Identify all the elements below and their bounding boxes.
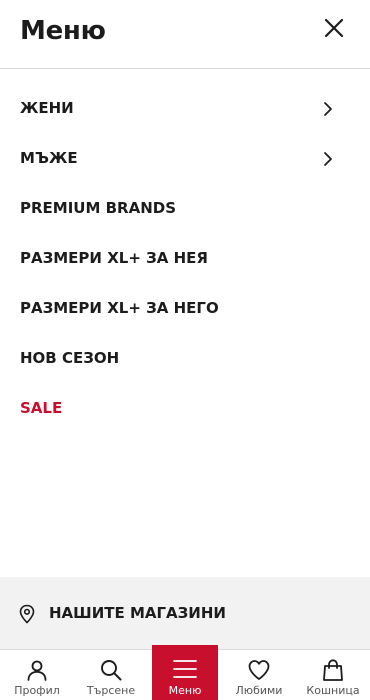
page-title: Меню: [20, 16, 106, 46]
menu-item-men[interactable]: МЪЖЕ: [0, 135, 370, 185]
menu-item-women[interactable]: ЖЕНИ: [0, 85, 370, 135]
location-pin-icon: [19, 604, 35, 624]
bottom-tab-bar: Профил Търсене Меню Любими Кошница: [0, 645, 370, 700]
tab-favorites[interactable]: Любими: [222, 650, 296, 700]
our-stores-link[interactable]: НАШИТЕ МАГАЗИНИ: [0, 577, 370, 649]
main-menu-list: ЖЕНИ МЪЖЕ PREMIUM BRANDS РАЗМЕРИ XL+ ЗА …: [0, 85, 370, 435]
menu-item-sale[interactable]: SALE: [0, 385, 370, 435]
menu-item-premium-brands[interactable]: PREMIUM BRANDS: [0, 185, 370, 235]
chevron-right-icon: [324, 102, 332, 116]
menu-item-label: МЪЖЕ: [20, 149, 78, 167]
tab-cart[interactable]: Кошница: [296, 650, 370, 700]
menu-header: Меню: [0, 0, 370, 69]
menu-item-xl-for-her[interactable]: РАЗМЕРИ XL+ ЗА НЕЯ: [0, 235, 370, 285]
user-icon: [27, 660, 47, 681]
tab-label: Профил: [14, 684, 60, 697]
tab-label: Меню: [168, 684, 202, 697]
chevron-right-icon: [324, 152, 332, 166]
tab-profile[interactable]: Профил: [0, 650, 74, 700]
hamburger-menu-icon: [173, 660, 197, 678]
menu-item-label: РАЗМЕРИ XL+ ЗА НЕГО: [20, 299, 219, 317]
tab-menu[interactable]: Меню: [152, 645, 218, 700]
shopping-bag-icon: [323, 659, 343, 681]
menu-item-label: ЖЕНИ: [20, 99, 74, 117]
tab-label: Любими: [235, 684, 283, 697]
menu-item-label: РАЗМЕРИ XL+ ЗА НЕЯ: [20, 249, 208, 267]
menu-item-label: PREMIUM BRANDS: [20, 199, 177, 217]
tab-label: Кошница: [306, 684, 360, 697]
menu-item-new-season[interactable]: НОВ СЕЗОН: [0, 335, 370, 385]
heart-icon: [248, 660, 270, 680]
tab-search[interactable]: Търсене: [74, 650, 148, 700]
menu-item-label: НОВ СЕЗОН: [20, 349, 120, 367]
close-button[interactable]: [320, 14, 348, 42]
search-icon: [101, 660, 122, 681]
close-icon: [324, 18, 344, 38]
menu-item-label: SALE: [20, 399, 63, 417]
tab-label: Търсене: [86, 684, 136, 697]
our-stores-label: НАШИТЕ МАГАЗИНИ: [49, 604, 226, 622]
menu-item-xl-for-him[interactable]: РАЗМЕРИ XL+ ЗА НЕГО: [0, 285, 370, 335]
